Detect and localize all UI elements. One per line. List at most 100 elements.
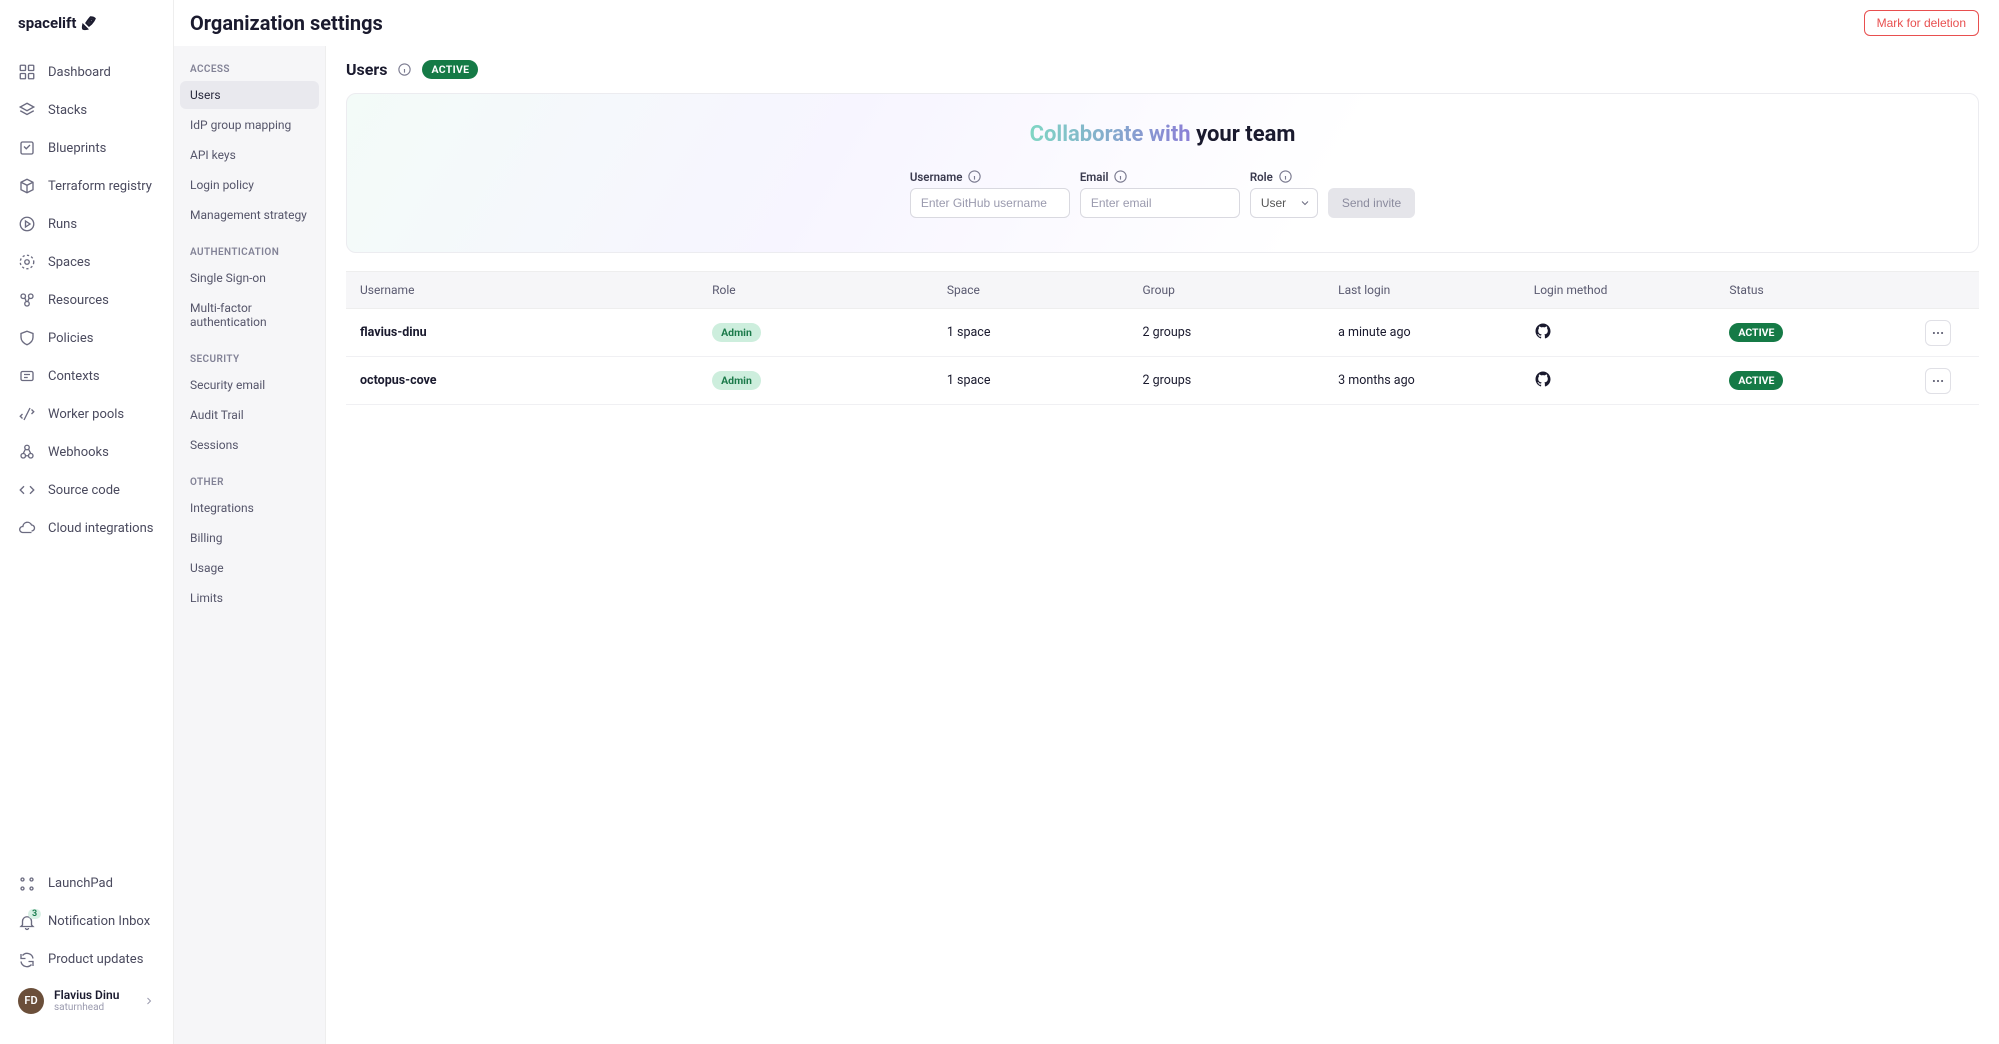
settings-item-idp-group-mapping[interactable]: IdP group mapping (180, 111, 319, 139)
cell-space: 1 space (947, 373, 1143, 388)
cell-username: octopus-cove (360, 373, 712, 388)
nav-cloud-integrations[interactable]: Cloud integrations (8, 510, 165, 546)
spaces-icon (18, 253, 36, 271)
github-icon (1534, 322, 1552, 340)
settings-item-mfa[interactable]: Multi-factor authentication (180, 294, 319, 336)
bell-icon: 3 (18, 913, 36, 931)
stacks-icon (18, 101, 36, 119)
nav-label: Policies (48, 331, 93, 346)
resources-icon (18, 291, 36, 309)
nav-dashboard[interactable]: Dashboard (8, 54, 165, 90)
nav-resources[interactable]: Resources (8, 282, 165, 318)
nav-source-code[interactable]: Source code (8, 472, 165, 508)
nav-label: LaunchPad (48, 876, 113, 891)
username-label: Username (910, 169, 1070, 184)
mark-for-deletion-button[interactable]: Mark for deletion (1864, 10, 1979, 36)
table-header: Username Role Space Group Last login Log… (346, 271, 1979, 309)
page-title: Organization settings (190, 11, 383, 35)
col-username: Username (360, 283, 712, 297)
settings-item-api-keys[interactable]: API keys (180, 141, 319, 169)
nav-spaces[interactable]: Spaces (8, 244, 165, 280)
nav-blueprints[interactable]: Blueprints (8, 130, 165, 166)
updates-icon (18, 951, 36, 969)
settings-item-management-strategy[interactable]: Management strategy (180, 201, 319, 229)
cell-last-login: 3 months ago (1338, 373, 1534, 388)
current-user[interactable]: FD Flavius Dinu saturnhead (8, 980, 165, 1022)
info-icon[interactable] (1278, 169, 1293, 184)
nav-notification-inbox[interactable]: 3 Notification Inbox (8, 904, 165, 940)
status-badge: ACTIVE (1729, 371, 1783, 390)
nav-runs[interactable]: Runs (8, 206, 165, 242)
col-last-login: Last login (1338, 283, 1534, 297)
nav-label: Resources (48, 293, 109, 308)
nav-label: Runs (48, 217, 77, 232)
settings-section-title: SECURITY (180, 350, 319, 371)
launchpad-icon (18, 875, 36, 893)
settings-item-usage[interactable]: Usage (180, 554, 319, 582)
settings-item-audit-trail[interactable]: Audit Trail (180, 401, 319, 429)
notification-badge: 3 (28, 909, 41, 919)
settings-section-title: OTHER (180, 473, 319, 494)
info-icon[interactable] (1113, 169, 1128, 184)
nav-label: Terraform registry (48, 179, 152, 194)
settings-item-integrations[interactable]: Integrations (180, 494, 319, 522)
nav-webhooks[interactable]: Webhooks (8, 434, 165, 470)
status-badge: ACTIVE (1729, 323, 1783, 342)
row-actions-button[interactable] (1925, 320, 1951, 346)
nav-worker-pools[interactable]: Worker pools (8, 396, 165, 432)
users-table: Username Role Space Group Last login Log… (346, 271, 1979, 405)
nav-stacks[interactable]: Stacks (8, 92, 165, 128)
col-role: Role (712, 283, 947, 297)
nav-contexts[interactable]: Contexts (8, 358, 165, 394)
settings-item-sessions[interactable]: Sessions (180, 431, 319, 459)
nav-label: Contexts (48, 369, 100, 384)
main-sidebar: spacelift Dashboard Stacks Blueprints Te… (0, 0, 174, 1044)
role-select[interactable]: User (1250, 188, 1318, 218)
cell-last-login: a minute ago (1338, 325, 1534, 340)
role-badge: Admin (712, 323, 761, 342)
settings-item-billing[interactable]: Billing (180, 524, 319, 552)
nav-label: Cloud integrations (48, 521, 154, 536)
worker-pools-icon (18, 405, 36, 423)
col-group: Group (1143, 283, 1339, 297)
settings-section-title: AUTHENTICATION (180, 243, 319, 264)
page-header: Organization settings Mark for deletion (174, 0, 1999, 46)
user-org: saturnhead (54, 1002, 133, 1014)
nav-label: Stacks (48, 103, 87, 118)
brand-logo[interactable]: spacelift (0, 14, 173, 46)
nav-label: Blueprints (48, 141, 106, 156)
source-code-icon (18, 481, 36, 499)
nav-policies[interactable]: Policies (8, 320, 165, 356)
nav-launchpad[interactable]: LaunchPad (8, 866, 165, 902)
nav-product-updates[interactable]: Product updates (8, 942, 165, 978)
settings-item-security-email[interactable]: Security email (180, 371, 319, 399)
send-invite-button[interactable]: Send invite (1328, 188, 1415, 218)
nav-terraform-registry[interactable]: Terraform registry (8, 168, 165, 204)
cell-group: 2 groups (1143, 325, 1339, 340)
email-input[interactable] (1080, 188, 1240, 218)
username-input[interactable] (910, 188, 1070, 218)
cell-group: 2 groups (1143, 373, 1339, 388)
user-name: Flavius Dinu (54, 988, 133, 1002)
nav-label: Dashboard (48, 65, 111, 80)
play-icon (18, 215, 36, 233)
col-login-method: Login method (1534, 283, 1730, 297)
settings-sidebar: ACCESS Users IdP group mapping API keys … (174, 46, 326, 1044)
settings-item-users[interactable]: Users (180, 81, 319, 109)
nav-label: Product updates (48, 952, 143, 967)
rocket-icon (80, 14, 98, 32)
section-title: Users (346, 60, 387, 79)
row-actions-button[interactable] (1925, 368, 1951, 394)
policies-icon (18, 329, 36, 347)
settings-item-limits[interactable]: Limits (180, 584, 319, 612)
dashboard-icon (18, 63, 36, 81)
info-icon[interactable] (967, 169, 982, 184)
table-row: flavius-dinu Admin 1 space 2 groups a mi… (346, 309, 1979, 357)
col-status: Status (1729, 283, 1925, 297)
settings-item-login-policy[interactable]: Login policy (180, 171, 319, 199)
info-icon[interactable] (397, 62, 412, 77)
email-label: Email (1080, 169, 1240, 184)
cell-username: flavius-dinu (360, 325, 712, 340)
settings-item-sso[interactable]: Single Sign-on (180, 264, 319, 292)
chevron-right-icon (143, 995, 155, 1007)
